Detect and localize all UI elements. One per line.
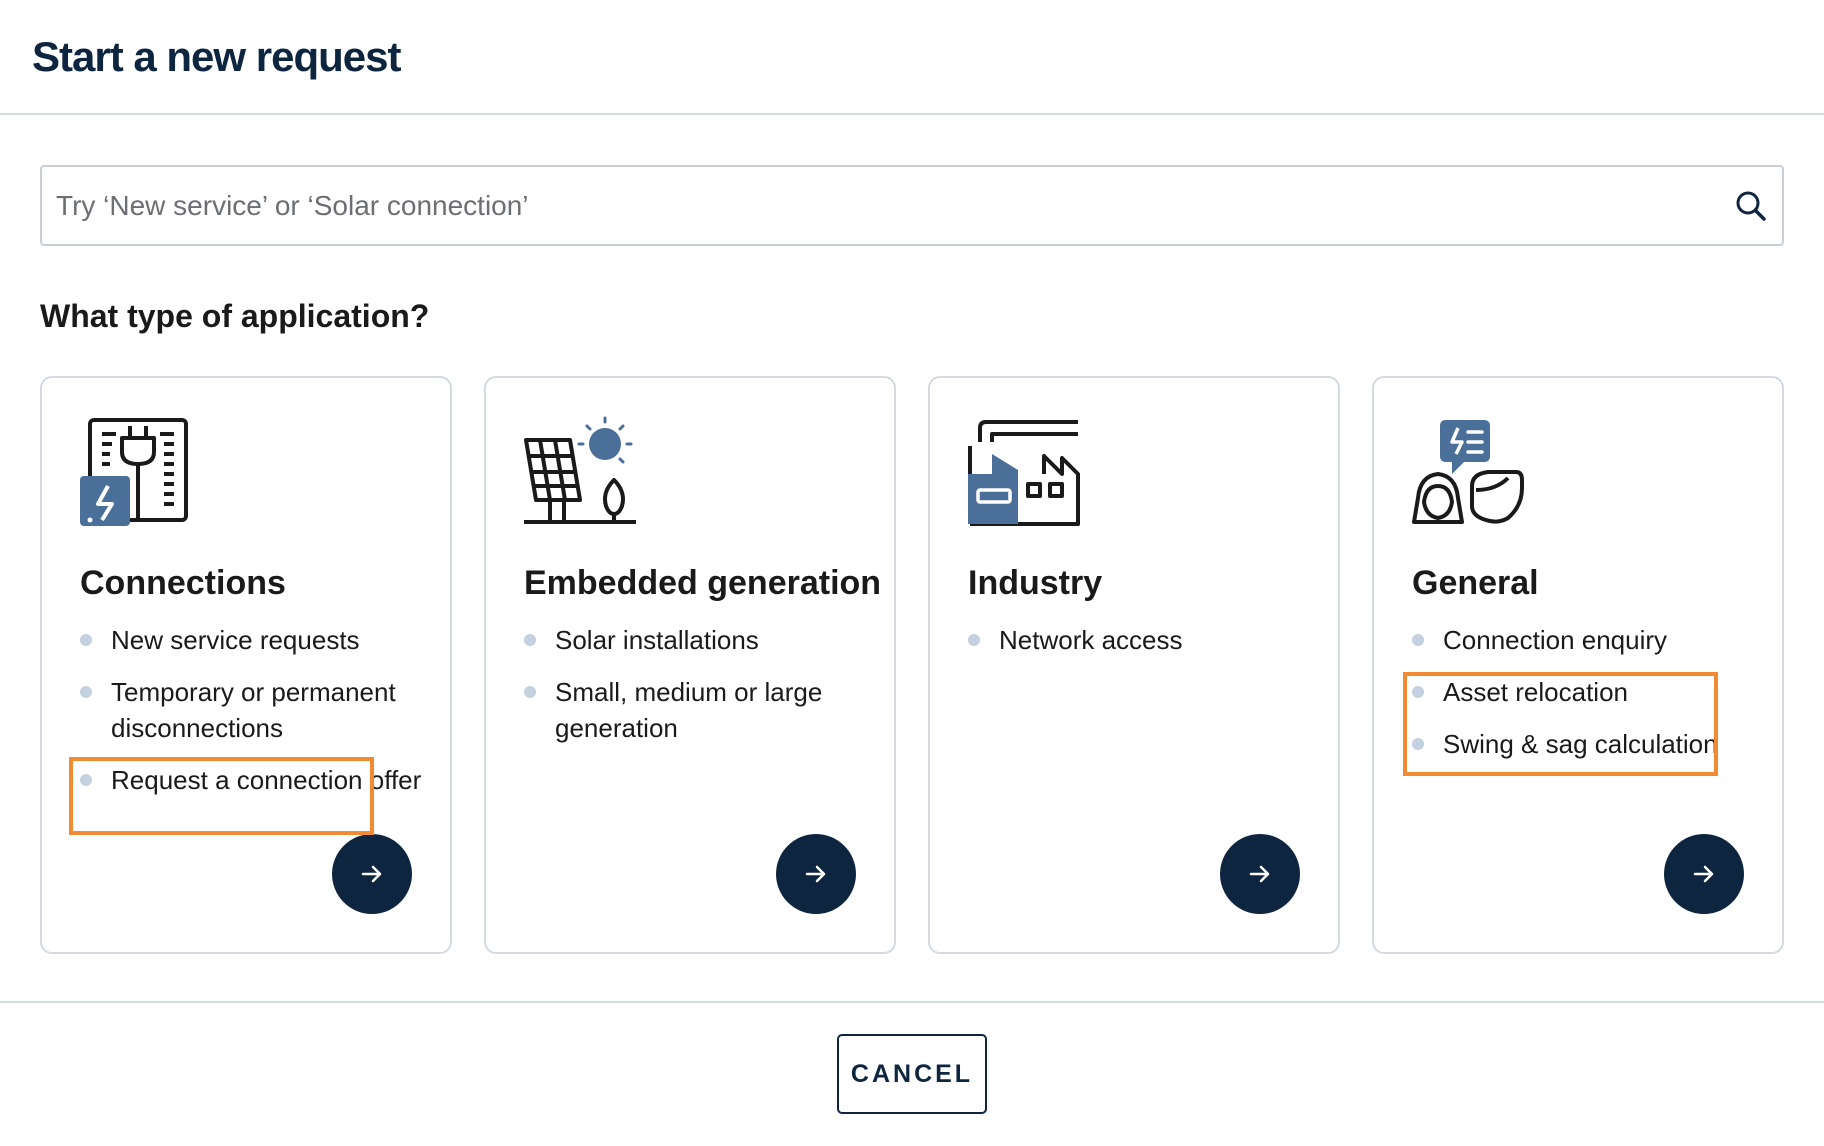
connections-plug-icon xyxy=(80,418,188,526)
card-title: General xyxy=(1412,564,1539,602)
card-item-list: Connection enquiry Asset relocation Swin… xyxy=(1412,622,1762,778)
search-input[interactable] xyxy=(56,167,1696,244)
list-item: Temporary or permanent disconnections xyxy=(80,674,430,746)
search-box xyxy=(40,165,1784,246)
people-chat-icon xyxy=(1412,420,1524,524)
card-general[interactable]: General Connection enquiry Asset relocat… xyxy=(1372,376,1784,954)
card-title: Embedded generation xyxy=(524,564,882,602)
cancel-button[interactable]: CANCEL xyxy=(837,1034,987,1114)
list-item: Connection enquiry xyxy=(1412,622,1762,658)
list-item: Swing & sag calculation xyxy=(1412,726,1762,762)
card-connections[interactable]: Connections New service requests Tempora… xyxy=(40,376,452,954)
application-type-question: What type of application? xyxy=(40,298,430,334)
list-item: Asset relocation xyxy=(1412,674,1762,710)
connections-arrow-button[interactable] xyxy=(332,834,412,914)
arrow-right-icon xyxy=(805,865,826,883)
new-request-dialog: Start a new request What type of applica… xyxy=(0,0,1824,1146)
list-item: Request a connection offer xyxy=(80,762,430,798)
general-arrow-button[interactable] xyxy=(1664,834,1744,914)
card-item-list: Solar installations Small, medium or lar… xyxy=(524,622,874,762)
list-item: Network access xyxy=(968,622,1318,658)
card-industry[interactable]: Industry Network access xyxy=(928,376,1340,954)
solar-panel-icon xyxy=(524,416,636,524)
factory-icon xyxy=(968,420,1080,526)
arrow-right-icon xyxy=(1693,865,1714,883)
search-icon[interactable] xyxy=(1734,189,1768,223)
card-item-list: Network access xyxy=(968,622,1318,674)
card-title: Connections xyxy=(80,564,286,602)
card-item-list: New service requests Temporary or perman… xyxy=(80,622,430,814)
list-item: Small, medium or large generation xyxy=(524,674,874,746)
dialog-header: Start a new request xyxy=(0,0,1824,115)
arrow-right-icon xyxy=(361,865,382,883)
industry-arrow-button[interactable] xyxy=(1220,834,1300,914)
page-title: Start a new request xyxy=(32,33,401,80)
card-embedded-generation[interactable]: Embedded generation Solar installations … xyxy=(484,376,896,954)
list-item: New service requests xyxy=(80,622,430,658)
list-item: Solar installations xyxy=(524,622,874,658)
card-title: Industry xyxy=(968,564,1103,602)
embedded-generation-arrow-button[interactable] xyxy=(776,834,856,914)
arrow-right-icon xyxy=(1249,865,1270,883)
footer-divider xyxy=(0,1001,1824,1003)
